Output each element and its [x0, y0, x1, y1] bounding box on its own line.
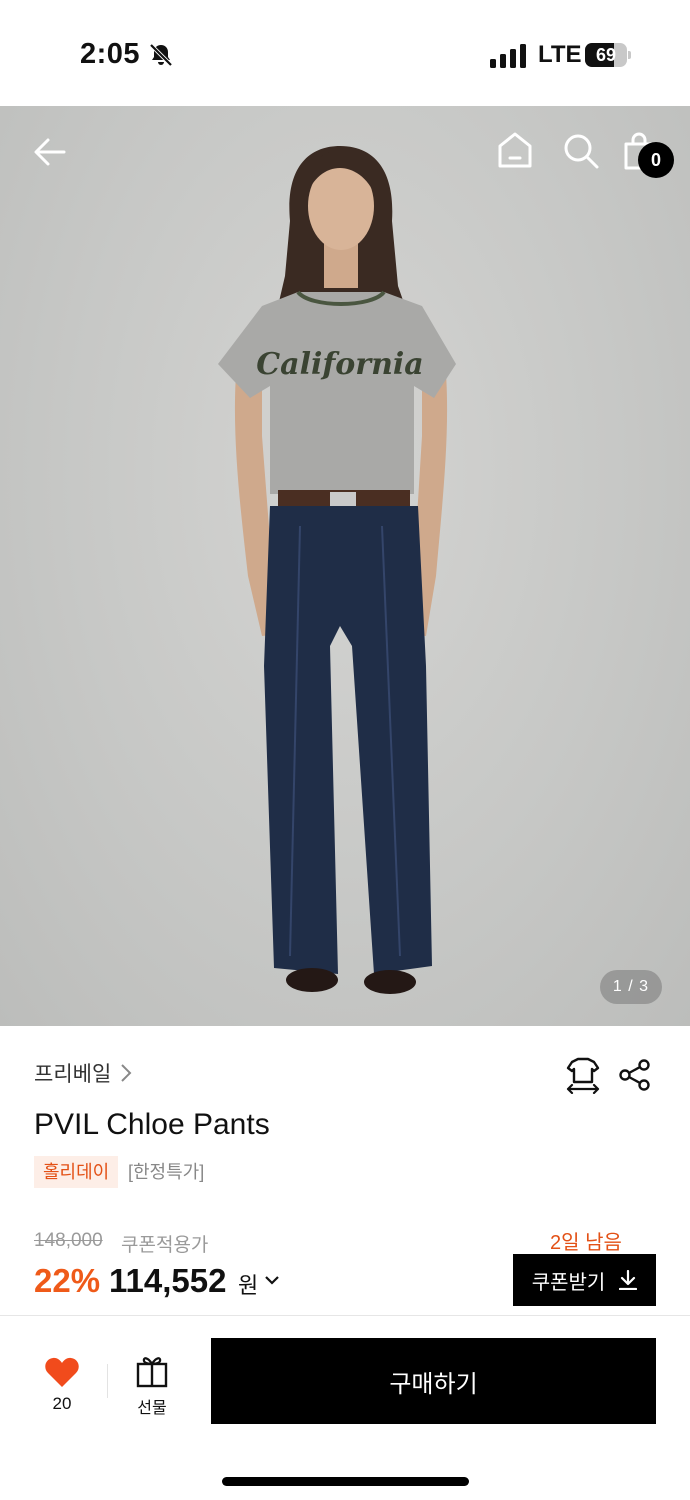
home-indicator[interactable] — [222, 1477, 469, 1486]
status-bar: 2:05 LTE 69 — [0, 0, 690, 106]
heart-icon[interactable] — [44, 1356, 80, 1388]
divider — [107, 1364, 108, 1398]
svg-text:California: California — [256, 347, 423, 382]
divider — [0, 1315, 690, 1316]
original-price: 148,000 — [34, 1230, 103, 1251]
sale-price: 114,552 — [109, 1262, 227, 1299]
currency-unit: 원 — [238, 1273, 259, 1298]
back-arrow-icon[interactable] — [30, 132, 70, 172]
like-count: 20 — [52, 1394, 72, 1413]
get-coupon-label: 쿠폰받기 — [531, 1271, 606, 1294]
gift-icon[interactable] — [135, 1354, 169, 1388]
product-name: PVIL Chloe Pants — [34, 1108, 270, 1141]
holiday-tag: 홀리데이 — [34, 1156, 119, 1188]
search-icon[interactable] — [562, 132, 600, 170]
coupon-applied-label: 쿠폰적용가 — [121, 1235, 209, 1256]
discount-percent: 22% — [34, 1262, 101, 1299]
home-icon[interactable] — [496, 130, 534, 170]
brand-link[interactable]: 프리베일 — [34, 1058, 133, 1088]
cart-count-badge[interactable]: 0 — [638, 142, 674, 178]
bell-slash-icon — [149, 43, 173, 67]
buy-button[interactable]: 구매하기 — [211, 1338, 656, 1424]
share-icon[interactable] — [618, 1058, 652, 1092]
battery-level: 69 — [595, 45, 617, 65]
chevron-right-icon — [121, 1064, 132, 1082]
product-image[interactable]: California 0 1 / 3 — [0, 106, 690, 1026]
download-icon — [619, 1270, 638, 1290]
model-photo: California — [218, 146, 456, 994]
limited-deal-tag: [한정특가] — [128, 1162, 205, 1182]
signal-icon — [490, 44, 526, 68]
status-time: 2:05 — [80, 38, 141, 70]
battery-icon: 69 — [585, 43, 631, 67]
brand-name: 프리베일 — [34, 1063, 112, 1086]
get-coupon-button[interactable]: 쿠폰받기 — [513, 1254, 656, 1306]
buy-button-label: 구매하기 — [389, 1370, 478, 1398]
coupon-days-left: 2일 남음 — [550, 1232, 622, 1254]
gift-label[interactable]: 선물 — [122, 1394, 182, 1418]
image-counter: 1 / 3 — [600, 970, 662, 1004]
chevron-down-icon[interactable] — [264, 1274, 280, 1286]
size-guide-icon[interactable] — [564, 1056, 602, 1094]
network-label: LTE — [538, 41, 582, 68]
